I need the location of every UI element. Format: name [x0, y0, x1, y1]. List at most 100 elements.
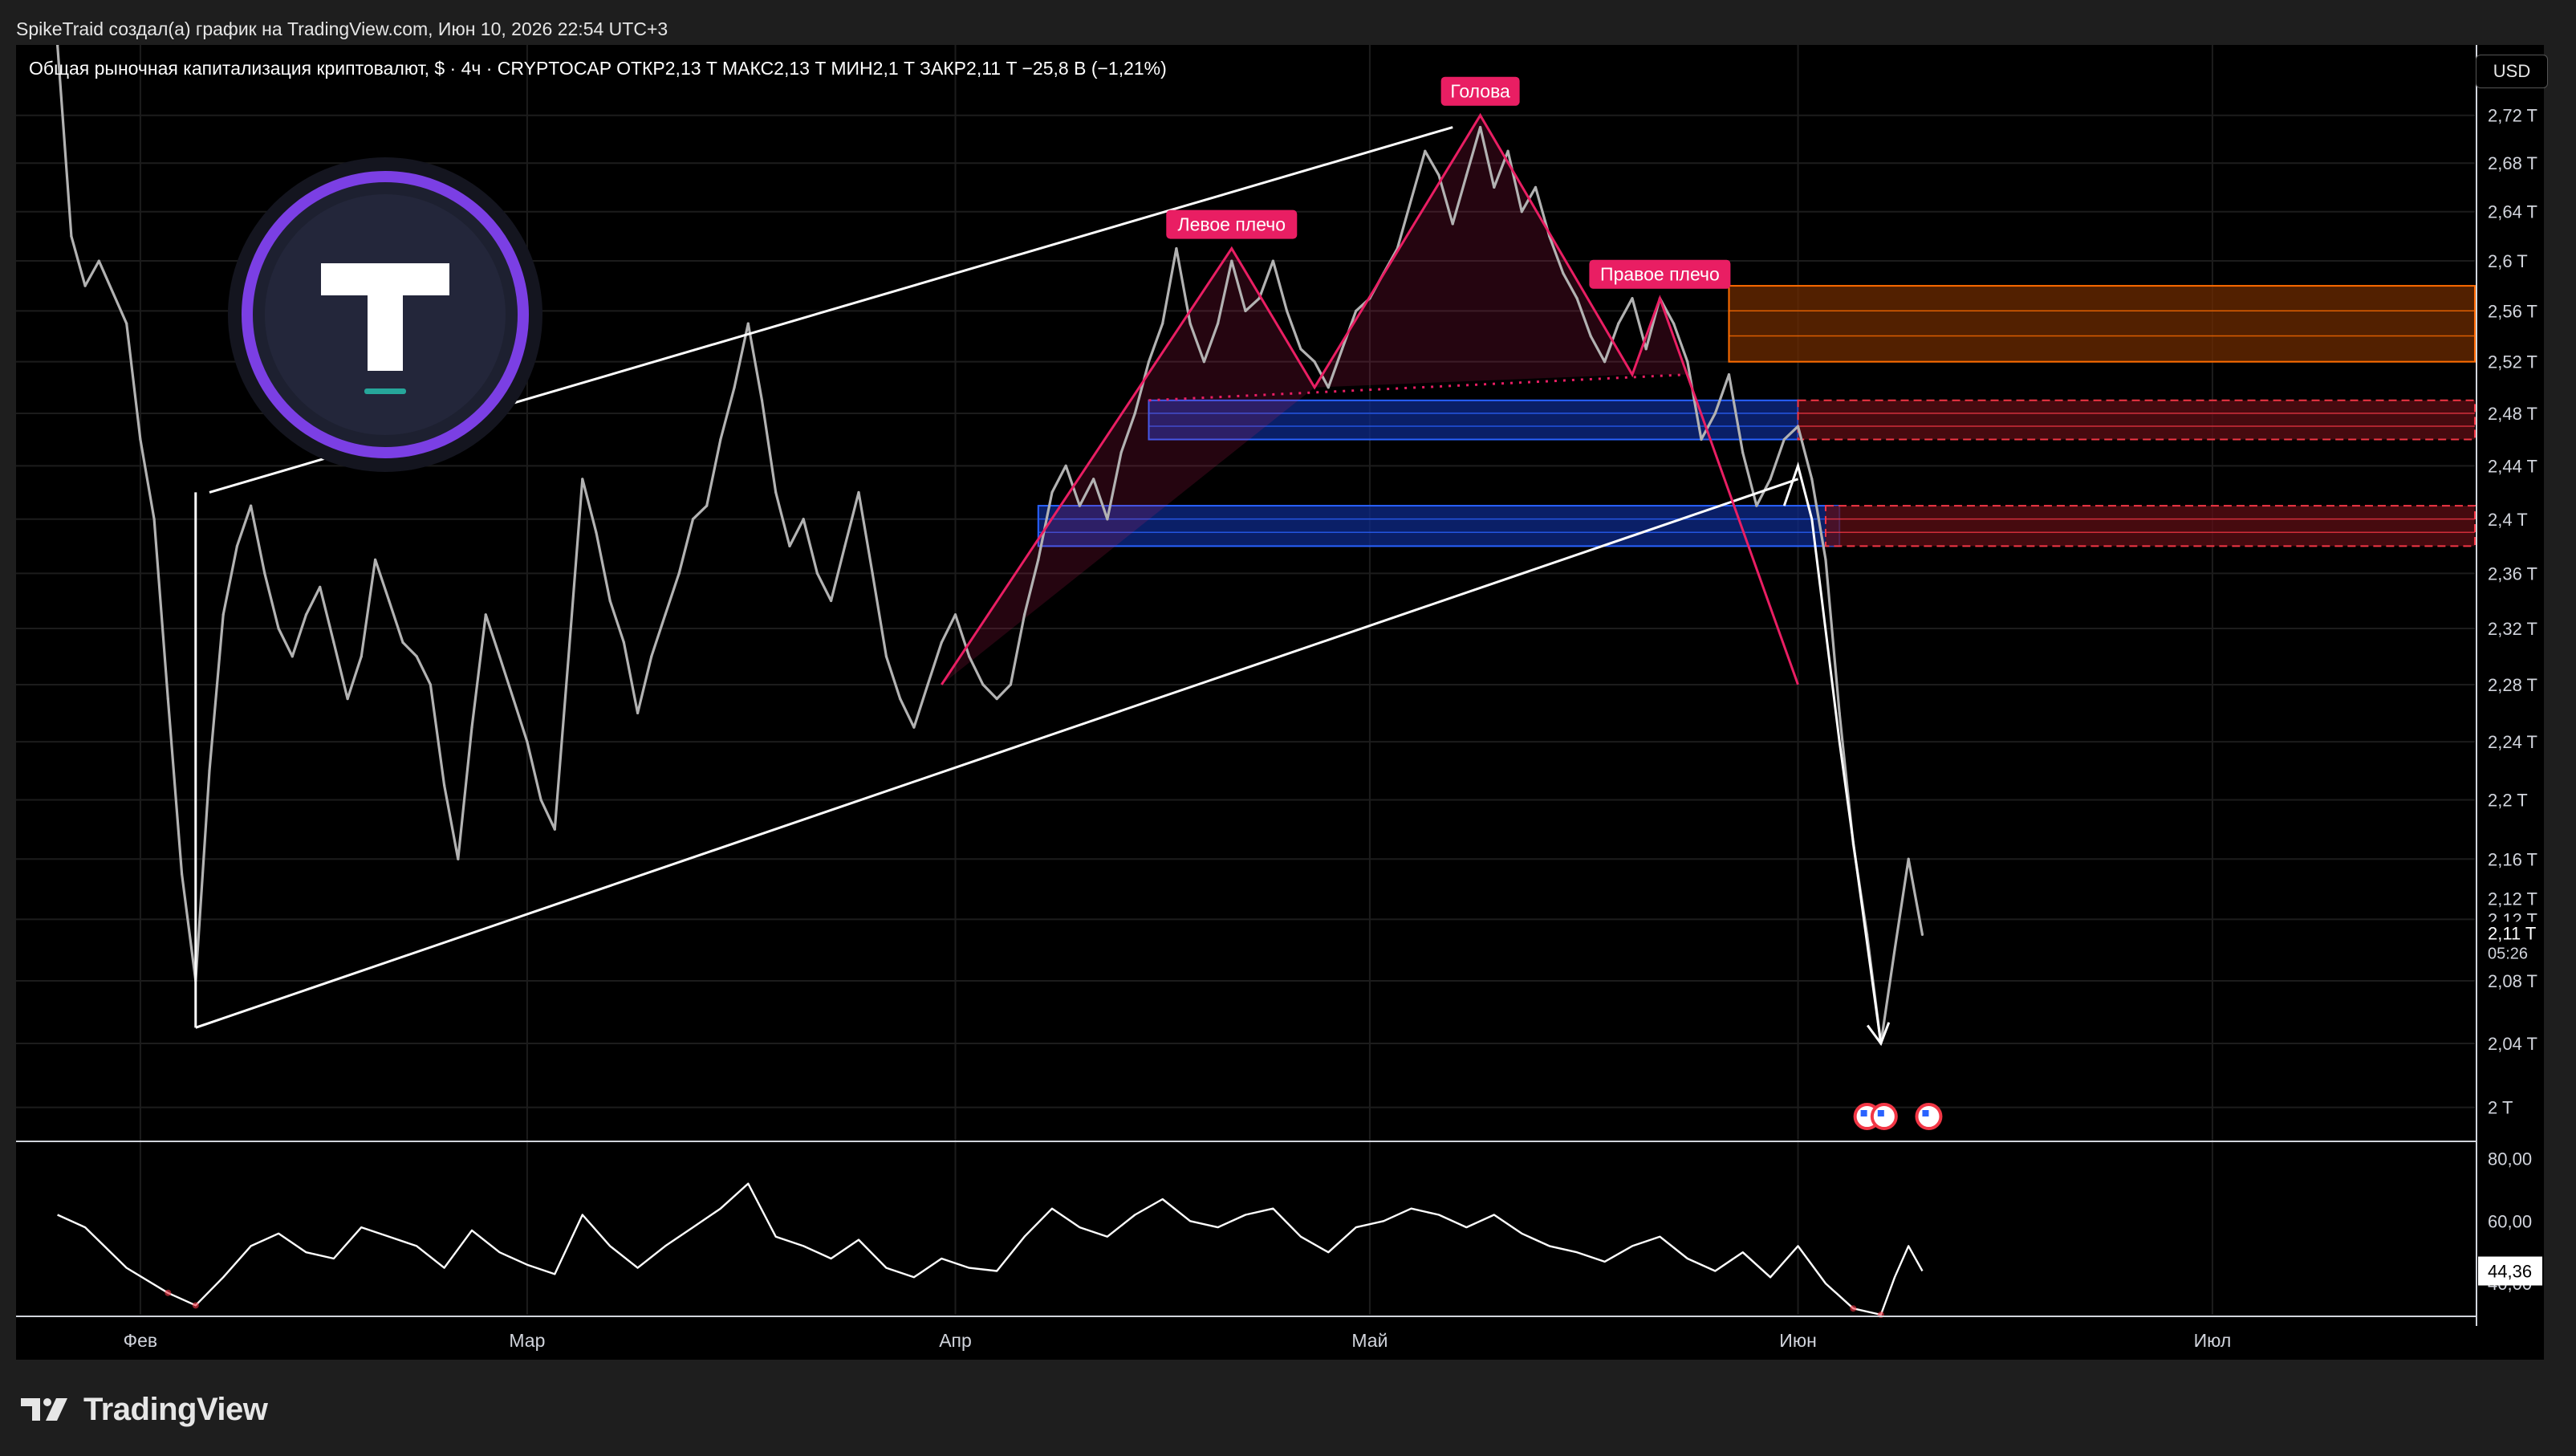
symbol-legend: Общая рыночная капитализация криптовалют…: [29, 58, 1167, 79]
price-point: [235, 544, 239, 548]
price-point: [1617, 322, 1620, 325]
price-point: [968, 655, 971, 658]
rsi-tick-label: 80,00: [2488, 1149, 2532, 1169]
price-point: [774, 490, 778, 494]
price-point: [1216, 322, 1220, 325]
price-point: [443, 783, 446, 787]
price-tick-label: 2,56 T: [2488, 301, 2537, 321]
price-point: [1271, 259, 1275, 262]
pattern-label: Правое плечо: [1600, 264, 1720, 285]
price-point: [567, 655, 571, 658]
price-point: [373, 558, 377, 561]
pattern-label: Левое плечо: [1178, 214, 1286, 235]
price-point: [884, 655, 888, 658]
price-point: [1092, 478, 1095, 481]
price-tick-label: 2,24 T: [2488, 732, 2537, 752]
price-tick-label: 2,64 T: [2488, 202, 2537, 222]
price-point: [1506, 149, 1509, 153]
price-point: [152, 518, 156, 521]
rsi-oversold-mark: [1850, 1305, 1857, 1312]
price-point: [250, 504, 253, 507]
price-tick-label: 2,72 T: [2488, 106, 2537, 126]
chart-canvas[interactable]: Левое плечо Голова Правое плечо 2,72 T 2,68 …: [16, 45, 2544, 1360]
price-point: [1327, 386, 1330, 389]
price-point: [180, 872, 184, 876]
price-tick-label: 2,28 T: [2488, 675, 2537, 695]
price-point: [1119, 451, 1123, 454]
rsi-oversold-mark: [192, 1302, 199, 1309]
bar-countdown-label: 05:26: [2488, 945, 2528, 962]
price-point: [664, 613, 667, 616]
currency-button[interactable]: USD: [2476, 55, 2548, 88]
chart-area[interactable]: Левое плечо Голова Правое плечо 2,72 T 2,68 …: [16, 45, 2544, 1360]
price-point: [622, 641, 625, 645]
price-point: [1796, 425, 1800, 428]
price-point: [1824, 558, 1827, 561]
price-point: [1672, 322, 1676, 325]
price-point: [1313, 360, 1316, 364]
price-point: [788, 544, 791, 548]
price-point: [553, 828, 556, 831]
time-tick-label: Мар: [509, 1330, 545, 1351]
price-point: [1838, 711, 1841, 714]
price-point: [1009, 683, 1012, 686]
price-point: [1755, 504, 1758, 507]
rsi-tick-label: 60,00: [2488, 1211, 2532, 1231]
price-point: [608, 599, 611, 603]
price-tick-label: 2,08 T: [2488, 971, 2537, 991]
price-point: [940, 641, 943, 645]
price-point: [719, 437, 722, 441]
price-point: [415, 655, 418, 658]
price-point: [581, 478, 584, 481]
tradingview-brand: TradingView: [19, 1389, 268, 1430]
price-point: [1782, 437, 1786, 441]
price-point: [677, 571, 681, 575]
price-point: [1064, 464, 1067, 467]
price-point: [1340, 348, 1344, 351]
price-point: [926, 683, 929, 686]
zone-red: [1824, 505, 2476, 547]
price-point: [1022, 613, 1026, 616]
price-point: [871, 571, 874, 575]
price-tick-label: 2,48 T: [2488, 404, 2537, 424]
price-point: [1299, 348, 1302, 351]
price-point: [1713, 412, 1717, 415]
prev-price-label: 2,12 T: [2488, 889, 2537, 909]
price-point: [650, 655, 653, 658]
price-point: [636, 711, 640, 714]
price-point: [166, 697, 169, 701]
price-point: [1920, 933, 1924, 937]
price-point: [1409, 197, 1413, 201]
price-tick-label: 2,16 T: [2488, 849, 2537, 869]
price-point: [1437, 173, 1440, 177]
price-point: [401, 641, 404, 645]
time-tick-label: Июл: [2194, 1330, 2232, 1351]
price-tick-label: 2,32 T: [2488, 619, 2537, 639]
price-tick-label: 2 T: [2488, 1098, 2513, 1118]
price-point: [139, 437, 142, 441]
screenshot-frame: SpikeTraid создал(а) график на TradingVi…: [0, 0, 2576, 1456]
price-point: [1244, 309, 1247, 312]
rsi-oversold-mark: [165, 1289, 172, 1296]
price-point: [1741, 451, 1745, 454]
price-point: [1727, 373, 1731, 376]
price-point: [304, 613, 308, 616]
tradingview-logo-icon: [21, 1398, 67, 1421]
price-point: [1286, 309, 1289, 312]
price-point: [526, 740, 529, 743]
price-point: [291, 655, 294, 658]
rsi-line: [57, 1182, 1924, 1316]
price-point: [1230, 259, 1233, 262]
flag-canton-icon: [1922, 1110, 1929, 1116]
tradingview-brand-name: TradingView: [83, 1391, 268, 1427]
price-point: [1893, 948, 1896, 952]
price-point: [1050, 490, 1054, 494]
price-point: [1603, 360, 1607, 364]
price-point: [1078, 504, 1082, 507]
price-point: [484, 613, 487, 616]
price-point: [457, 857, 460, 860]
price-point: [1188, 322, 1192, 325]
price-point: [953, 613, 957, 616]
price-point: [97, 259, 100, 262]
pattern-fill: [1314, 115, 1632, 388]
